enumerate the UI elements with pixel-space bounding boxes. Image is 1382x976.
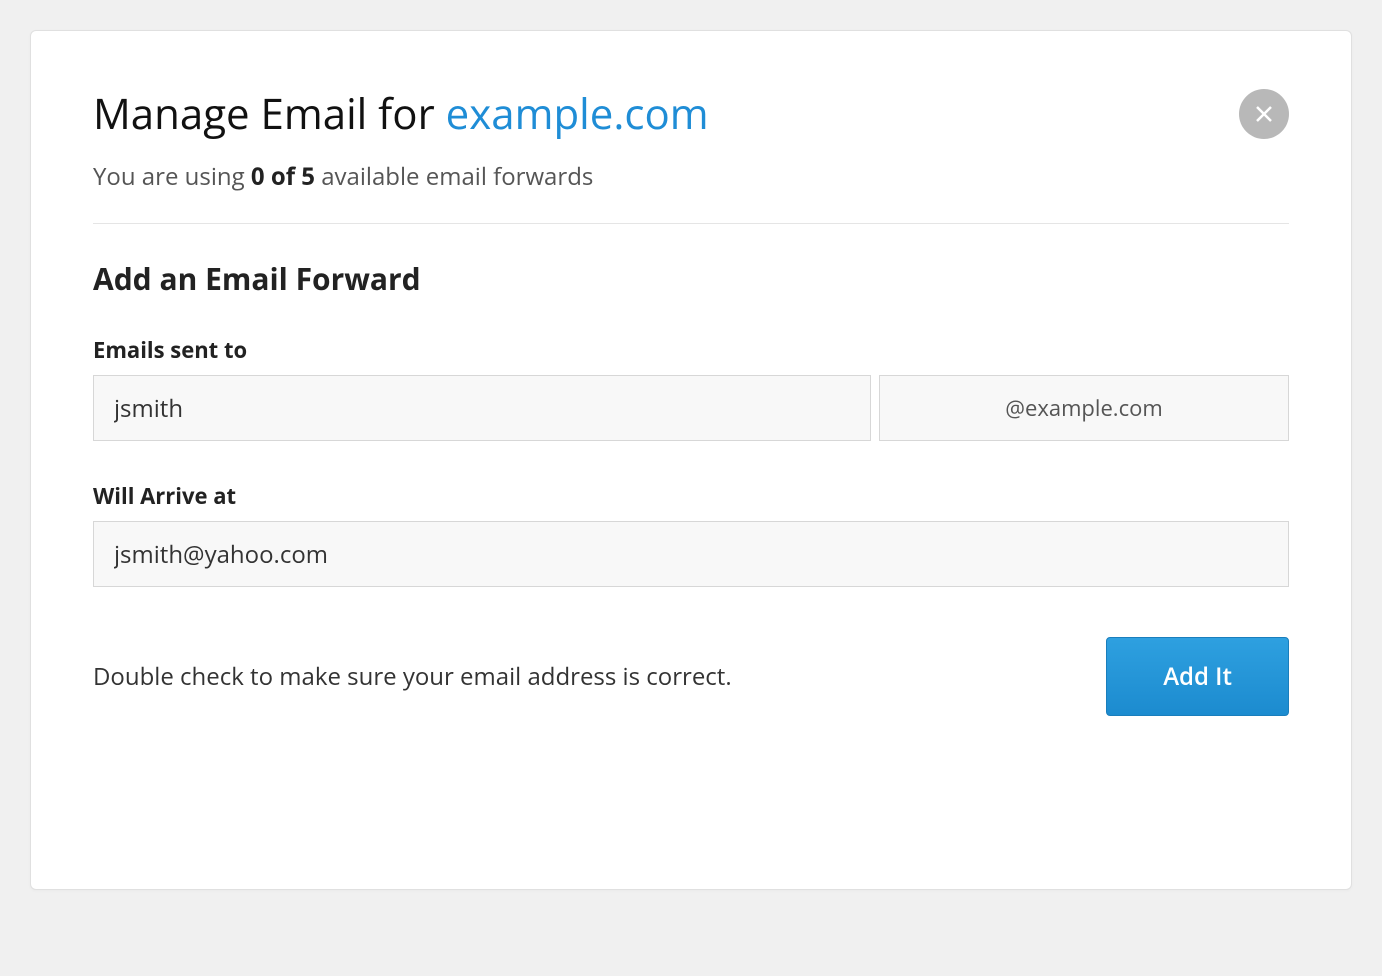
divider: [93, 223, 1289, 224]
add-it-button[interactable]: Add It: [1106, 637, 1289, 716]
footer-row: Double check to make sure your email add…: [93, 637, 1289, 716]
close-button[interactable]: [1239, 89, 1289, 139]
usage-line: You are using 0 of 5 available email for…: [93, 160, 1289, 193]
domain-suffix-box: @example.com: [879, 375, 1289, 441]
alias-input[interactable]: [93, 375, 871, 441]
panel-title-prefix: Manage Email for: [93, 85, 446, 142]
panel-title-domain[interactable]: example.com: [446, 85, 709, 142]
sent-to-label: Emails sent to: [93, 335, 1289, 365]
arrive-at-label: Will Arrive at: [93, 481, 1289, 511]
usage-count: 0 of 5: [251, 160, 315, 193]
panel-title: Manage Email for example.com: [93, 85, 1289, 142]
hint-text: Double check to make sure your email add…: [93, 660, 732, 693]
section-title: Add an Email Forward: [93, 258, 1289, 299]
usage-prefix: You are using: [93, 160, 251, 193]
manage-email-panel: Manage Email for example.com You are usi…: [30, 30, 1352, 890]
sent-to-row: @example.com: [93, 375, 1289, 441]
destination-input[interactable]: [93, 521, 1289, 587]
close-icon: [1252, 102, 1276, 126]
usage-suffix: available email forwards: [315, 160, 593, 193]
